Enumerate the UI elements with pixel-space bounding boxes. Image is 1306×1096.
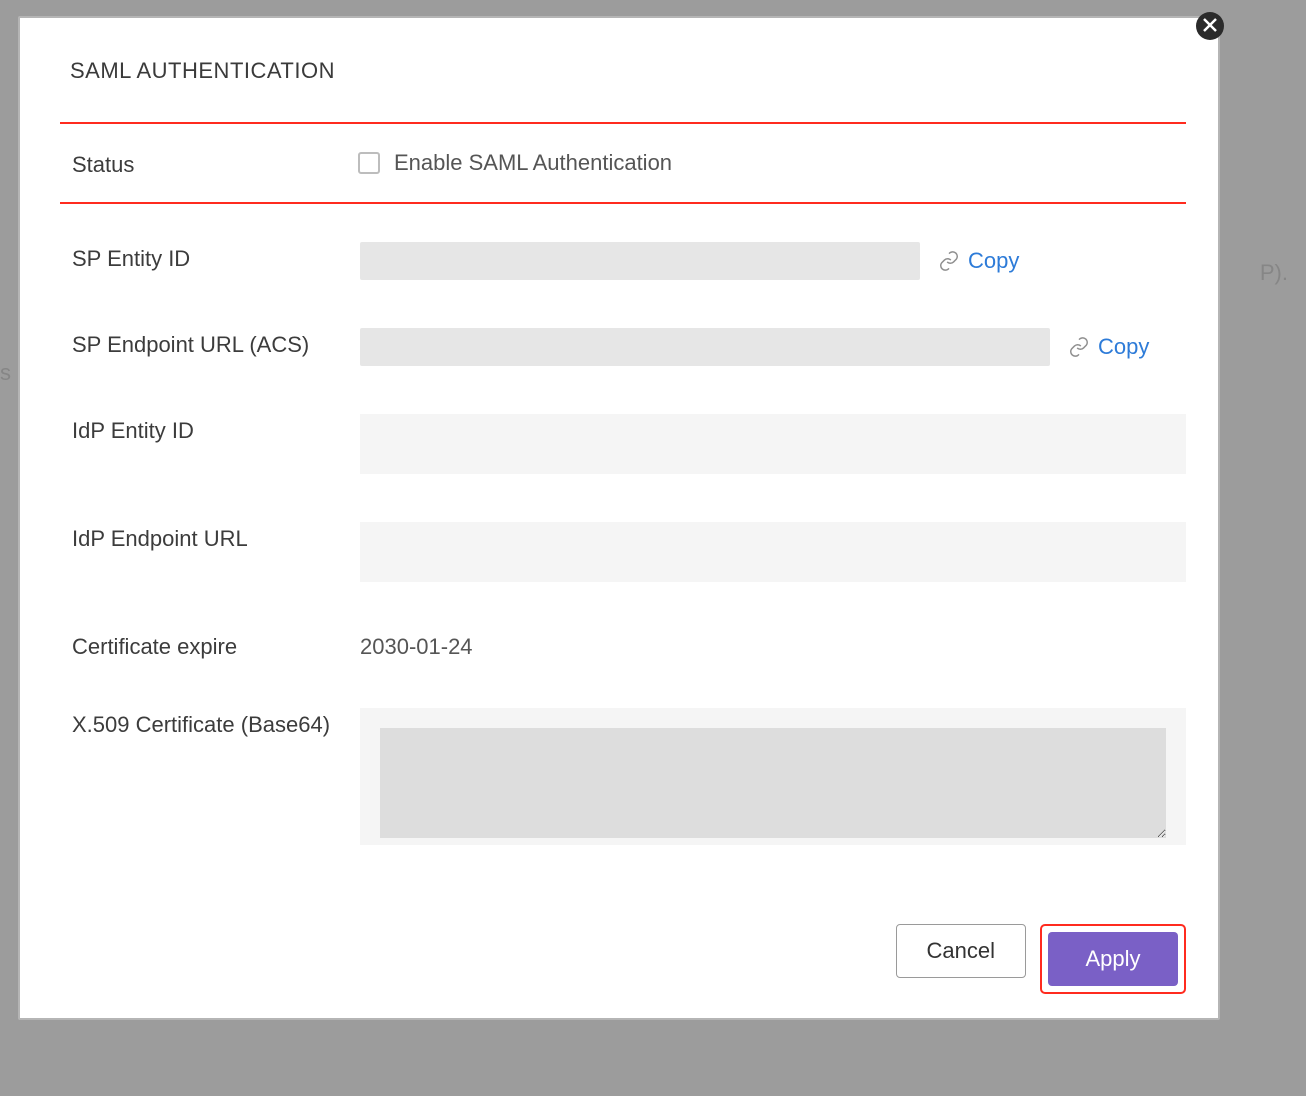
x509-label: X.509 Certificate (Base64): [60, 708, 360, 738]
idp-entity-id-label: IdP Entity ID: [60, 414, 360, 444]
idp-endpoint-label: IdP Endpoint URL: [60, 522, 360, 552]
row-status: Status Enable SAML Authentication: [60, 122, 1186, 204]
sp-entity-id-label: SP Entity ID: [60, 242, 360, 272]
idp-endpoint-input[interactable]: [360, 522, 1186, 582]
x509-textarea[interactable]: [380, 728, 1166, 838]
x509-wrap: [360, 708, 1186, 845]
enable-saml-checkbox-label: Enable SAML Authentication: [394, 150, 672, 176]
link-icon: [938, 250, 960, 272]
row-sp-endpoint: SP Endpoint URL (ACS) Copy: [60, 328, 1186, 366]
enable-saml-checkbox[interactable]: [358, 152, 380, 174]
sp-entity-id-value[interactable]: [360, 242, 920, 280]
cert-expire-label: Certificate expire: [60, 630, 360, 660]
modal-title: SAML AUTHENTICATION: [70, 58, 1186, 84]
row-cert-expire: Certificate expire 2030-01-24: [60, 630, 1186, 660]
copy-label: Copy: [1098, 334, 1149, 360]
sp-endpoint-value[interactable]: [360, 328, 1050, 366]
sp-endpoint-label: SP Endpoint URL (ACS): [60, 328, 360, 358]
cancel-button[interactable]: Cancel: [896, 924, 1026, 978]
sp-entity-id-copy-button[interactable]: Copy: [938, 248, 1019, 274]
row-idp-endpoint: IdP Endpoint URL: [60, 522, 1186, 582]
close-icon: [1203, 16, 1217, 37]
idp-entity-id-input[interactable]: [360, 414, 1186, 474]
saml-auth-modal: SAML AUTHENTICATION Status Enable SAML A…: [18, 16, 1220, 1020]
row-sp-entity-id: SP Entity ID Copy: [60, 242, 1186, 280]
close-button[interactable]: [1196, 12, 1224, 40]
sp-endpoint-copy-button[interactable]: Copy: [1068, 334, 1149, 360]
modal-footer: Cancel Apply: [60, 886, 1186, 994]
row-x509: X.509 Certificate (Base64): [60, 708, 1186, 845]
status-label: Status: [60, 148, 358, 178]
link-icon: [1068, 336, 1090, 358]
copy-label: Copy: [968, 248, 1019, 274]
apply-highlight: Apply: [1040, 924, 1186, 994]
row-idp-entity-id: IdP Entity ID: [60, 414, 1186, 474]
apply-button[interactable]: Apply: [1048, 932, 1178, 986]
form-body: Status Enable SAML Authentication SP Ent…: [60, 122, 1186, 886]
cert-expire-value: 2030-01-24: [360, 630, 473, 660]
